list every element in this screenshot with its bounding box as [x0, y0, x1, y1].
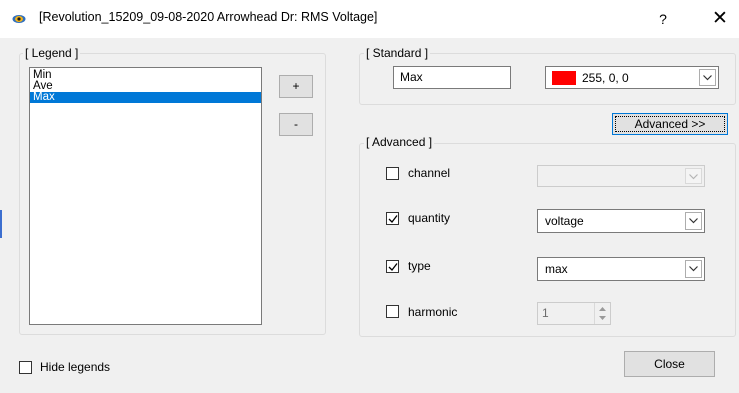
quantity-select[interactable]: voltage: [537, 209, 705, 233]
quantity-value: voltage: [545, 214, 584, 228]
legend-item-max[interactable]: Max: [30, 91, 261, 103]
quantity-checkbox[interactable]: [386, 212, 399, 225]
legend-group-label: [ Legend ]: [23, 46, 81, 60]
color-value: 255, 0, 0: [582, 71, 629, 85]
spin-down-icon[interactable]: [599, 316, 606, 320]
legend-item-ave[interactable]: Ave: [30, 80, 261, 92]
chevron-down-icon[interactable]: [685, 212, 702, 230]
quantity-label: quantity: [408, 211, 451, 225]
legend-name-input[interactable]: Max: [393, 66, 511, 89]
color-select[interactable]: 255, 0, 0: [545, 66, 719, 89]
spin-up-icon[interactable]: [599, 307, 606, 311]
advanced-group-label: [ Advanced ]: [364, 135, 435, 149]
type-value: max: [545, 262, 568, 276]
channel-checkbox[interactable]: [386, 167, 399, 180]
color-swatch: [552, 71, 576, 85]
chevron-down-icon[interactable]: [699, 69, 716, 86]
standard-group-label: [ Standard ]: [364, 46, 431, 60]
legend-item-min[interactable]: Min: [30, 69, 261, 81]
remove-legend-button[interactable]: -: [279, 113, 313, 136]
legend-listbox[interactable]: Min Ave Max: [29, 67, 262, 325]
channel-select[interactable]: [537, 165, 705, 187]
advanced-toggle-button[interactable]: Advanced >>: [612, 113, 728, 135]
harmonic-spinner[interactable]: 1: [537, 302, 611, 325]
window-close-button[interactable]: ✕: [702, 4, 738, 34]
advanced-toggle-label: Advanced >>: [634, 117, 706, 131]
type-select[interactable]: max: [537, 257, 705, 281]
type-checkbox[interactable]: [386, 260, 399, 273]
type-label: type: [408, 259, 431, 273]
left-edge-marker: [0, 210, 2, 238]
chevron-down-icon[interactable]: [685, 168, 702, 184]
harmonic-value: 1: [542, 306, 549, 320]
add-legend-button[interactable]: +: [279, 75, 313, 98]
hide-legends-label: Hide legends: [40, 360, 111, 374]
help-button[interactable]: ?: [648, 6, 678, 32]
harmonic-spinner-buttons[interactable]: [594, 303, 610, 324]
window-title: [Revolution_15209_09-08-2020 Arrowhead D…: [39, 10, 378, 24]
channel-label: channel: [408, 166, 451, 180]
app-eye-icon: [12, 15, 26, 23]
harmonic-label: harmonic: [408, 305, 458, 319]
chevron-down-icon[interactable]: [685, 260, 702, 278]
hide-legends-checkbox[interactable]: [19, 361, 32, 374]
harmonic-checkbox[interactable]: [386, 305, 399, 318]
close-button[interactable]: Close: [624, 351, 715, 377]
